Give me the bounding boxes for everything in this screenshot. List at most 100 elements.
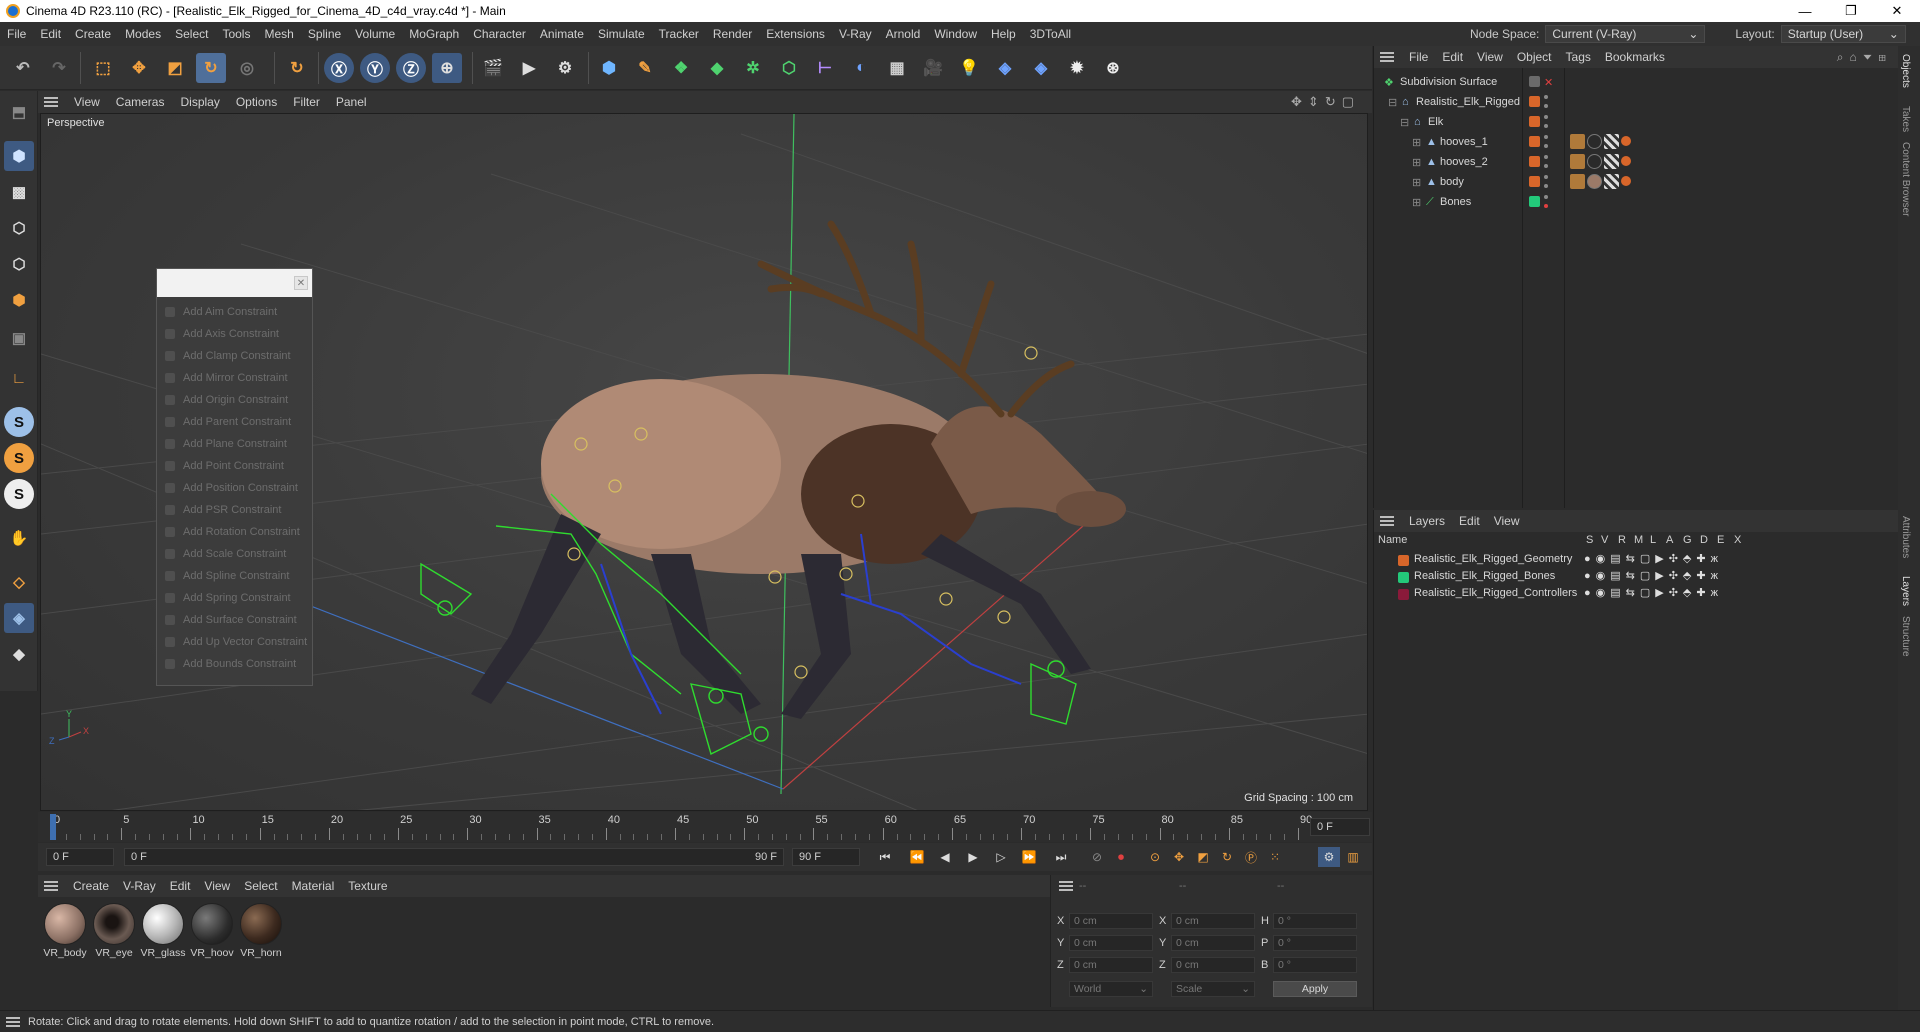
menu-select[interactable]: Select bbox=[168, 27, 215, 41]
tab-structure[interactable]: Structure bbox=[1900, 616, 1911, 657]
menu-tracker[interactable]: Tracker bbox=[652, 27, 706, 41]
om-menu-file[interactable]: File bbox=[1402, 50, 1435, 64]
add-mirror-constraint[interactable]: Add Mirror Constraint bbox=[157, 367, 312, 389]
menu-3dtoall[interactable]: 3DToAll bbox=[1023, 27, 1078, 41]
uvw-tag-icon[interactable] bbox=[1604, 174, 1619, 189]
tab-content-browser[interactable]: Content Browser bbox=[1900, 142, 1911, 216]
floor-icon[interactable]: ▦ bbox=[882, 53, 912, 83]
dope-sheet-icon[interactable]: ▥ bbox=[1342, 847, 1364, 867]
python-icon[interactable]: ◈ bbox=[990, 53, 1020, 83]
add-up-vector-constraint[interactable]: Add Up Vector Constraint bbox=[157, 631, 312, 653]
y-axis-lock-icon[interactable]: Ⓨ bbox=[360, 53, 390, 83]
menu-help[interactable]: Help bbox=[984, 27, 1023, 41]
deformer-icon[interactable]: ⊢ bbox=[810, 53, 840, 83]
popup-header[interactable]: ✕ bbox=[157, 269, 312, 297]
menu-arnold[interactable]: Arnold bbox=[879, 27, 928, 41]
om-menu-tags[interactable]: Tags bbox=[1559, 50, 1598, 64]
end-frame-field[interactable]: 90 F bbox=[792, 848, 860, 866]
menu-character[interactable]: Character bbox=[466, 27, 533, 41]
add-point-constraint[interactable]: Add Point Constraint bbox=[157, 455, 312, 477]
add-spline-constraint[interactable]: Add Spline Constraint bbox=[157, 565, 312, 587]
menu-render[interactable]: Render bbox=[706, 27, 759, 41]
material-swatch[interactable]: VR_body bbox=[42, 901, 88, 965]
add-rotation-constraint[interactable]: Add Rotation Constraint bbox=[157, 521, 312, 543]
snap-icon[interactable]: S bbox=[4, 407, 34, 437]
next-key-icon[interactable]: ⏩ bbox=[1018, 847, 1040, 867]
recent-tools-icon[interactable]: ◎ bbox=[232, 53, 262, 83]
cube-icon[interactable]: ⬢ bbox=[594, 53, 624, 83]
menu-simulate[interactable]: Simulate bbox=[591, 27, 652, 41]
object-row-hooves-1[interactable]: ⊞ ▲ hooves_1 bbox=[1374, 132, 1899, 152]
skin-tag-icon[interactable] bbox=[1570, 174, 1585, 189]
menu-create[interactable]: Create bbox=[68, 27, 118, 41]
layer-menu-layers[interactable]: Layers bbox=[1402, 514, 1452, 528]
material-menu-create[interactable]: Create bbox=[66, 879, 116, 893]
menu-animate[interactable]: Animate bbox=[533, 27, 591, 41]
render-to-picture-viewer-icon[interactable]: ▶ bbox=[514, 53, 544, 83]
add-axis-constraint[interactable]: Add Axis Constraint bbox=[157, 323, 312, 345]
python-generator-icon[interactable]: ◈ bbox=[1026, 53, 1056, 83]
object-row-realistic-elk-rigged[interactable]: ⊟ ⌂ Realistic_Elk_Rigged bbox=[1374, 92, 1899, 112]
rotate-icon[interactable]: ↻ bbox=[196, 53, 226, 83]
layer-color-swatch[interactable] bbox=[1529, 76, 1540, 87]
menu-window[interactable]: Window bbox=[927, 27, 984, 41]
size-z-field[interactable]: 0 cm bbox=[1171, 957, 1255, 973]
layer-color-swatch[interactable] bbox=[1529, 176, 1540, 187]
material-swatch[interactable]: VR_horn bbox=[238, 901, 284, 965]
move-icon[interactable]: ✥ bbox=[124, 53, 154, 83]
menu-modes[interactable]: Modes bbox=[118, 27, 168, 41]
quantize-icon[interactable]: S bbox=[4, 479, 34, 509]
tab-objects[interactable]: Objects bbox=[1900, 54, 1911, 88]
menu-mesh[interactable]: Mesh bbox=[257, 27, 300, 41]
cloner-icon[interactable]: ✲ bbox=[738, 53, 768, 83]
go-to-start-icon[interactable]: ⏮ bbox=[874, 847, 896, 867]
layer-color-swatch[interactable] bbox=[1398, 589, 1409, 600]
uv-mode-icon[interactable]: ▣ bbox=[4, 323, 34, 353]
layer-row-controllers[interactable]: Realistic_Elk_Rigged_Controllers ●◉▤⇆▢▶✣… bbox=[1374, 586, 1899, 603]
next-frame-icon[interactable]: ▷ bbox=[990, 847, 1012, 867]
tree-expand-icon[interactable]: ⊟ bbox=[1388, 96, 1397, 109]
material-swatch[interactable]: VR_hoov bbox=[189, 901, 235, 965]
visibility-dots[interactable] bbox=[1544, 155, 1548, 168]
axis-mode-icon[interactable]: ∟ bbox=[4, 363, 34, 393]
om-menu-bookmarks[interactable]: Bookmarks bbox=[1598, 50, 1672, 64]
key-parameter-icon[interactable]: Ⓟ bbox=[1240, 847, 1262, 867]
uvw-tag-icon[interactable] bbox=[1604, 134, 1619, 149]
redo-icon[interactable]: ↷ bbox=[44, 53, 74, 83]
close-button[interactable]: ✕ bbox=[1874, 0, 1920, 22]
layer-color-swatch[interactable] bbox=[1529, 116, 1540, 127]
key-scale-icon[interactable]: ◩ bbox=[1192, 847, 1214, 867]
uvw-tag-icon[interactable] bbox=[1604, 154, 1619, 169]
node-space-dropdown[interactable]: Current (V-Ray) ⌄ bbox=[1545, 25, 1706, 43]
vray-globe-icon[interactable]: ⊛ bbox=[1098, 53, 1128, 83]
material-tag-icon[interactable] bbox=[1587, 174, 1602, 189]
size-y-field[interactable]: 0 cm bbox=[1171, 935, 1255, 951]
coordinates-menu-icon[interactable] bbox=[1059, 881, 1073, 891]
menu-volume[interactable]: Volume bbox=[348, 27, 402, 41]
viewport-nav-icons[interactable]: ✥⇕↻▢ bbox=[1291, 94, 1360, 110]
light-icon[interactable]: 💡 bbox=[954, 53, 984, 83]
layer-toggle-icons[interactable]: ●◉▤⇆▢▶✣⬘✚ж bbox=[1584, 552, 1723, 565]
tree-expand-icon[interactable]: ⊟ bbox=[1400, 116, 1409, 129]
apply-button[interactable]: Apply bbox=[1273, 981, 1357, 997]
weight-tag-icon[interactable] bbox=[1621, 156, 1631, 166]
status-menu-icon[interactable] bbox=[6, 1016, 20, 1027]
viewport-menu-options[interactable]: Options bbox=[228, 95, 285, 109]
om-toolbar-icons[interactable]: ⌕⌂⏷⊞ bbox=[1837, 50, 1892, 65]
object-row-elk[interactable]: ⊟ ⌂ Elk bbox=[1374, 112, 1899, 132]
layer-menu-edit[interactable]: Edit bbox=[1452, 514, 1487, 528]
pos-x-field[interactable]: 0 cm bbox=[1069, 913, 1153, 929]
add-psr-constraint[interactable]: Add PSR Constraint bbox=[157, 499, 312, 521]
key-position-icon[interactable]: ✥ bbox=[1168, 847, 1190, 867]
layer-toggle-icons[interactable]: ●◉▤⇆▢▶✣⬘✚ж bbox=[1584, 569, 1723, 582]
frame-range-slider[interactable]: 0 F 90 F bbox=[124, 848, 784, 866]
start-frame-field[interactable]: 0 F bbox=[46, 848, 114, 866]
layer-color-swatch[interactable] bbox=[1529, 156, 1540, 167]
model-mode-icon[interactable]: ⬢ bbox=[4, 141, 34, 171]
material-menu-edit[interactable]: Edit bbox=[163, 879, 198, 893]
viewport-menu-panel[interactable]: Panel bbox=[328, 95, 375, 109]
z-axis-lock-icon[interactable]: Ⓩ bbox=[396, 53, 426, 83]
coordinate-system-icon[interactable]: ⊕ bbox=[432, 53, 462, 83]
mograph-icon[interactable]: ⬡ bbox=[774, 53, 804, 83]
tab-takes[interactable]: Takes bbox=[1900, 106, 1911, 132]
